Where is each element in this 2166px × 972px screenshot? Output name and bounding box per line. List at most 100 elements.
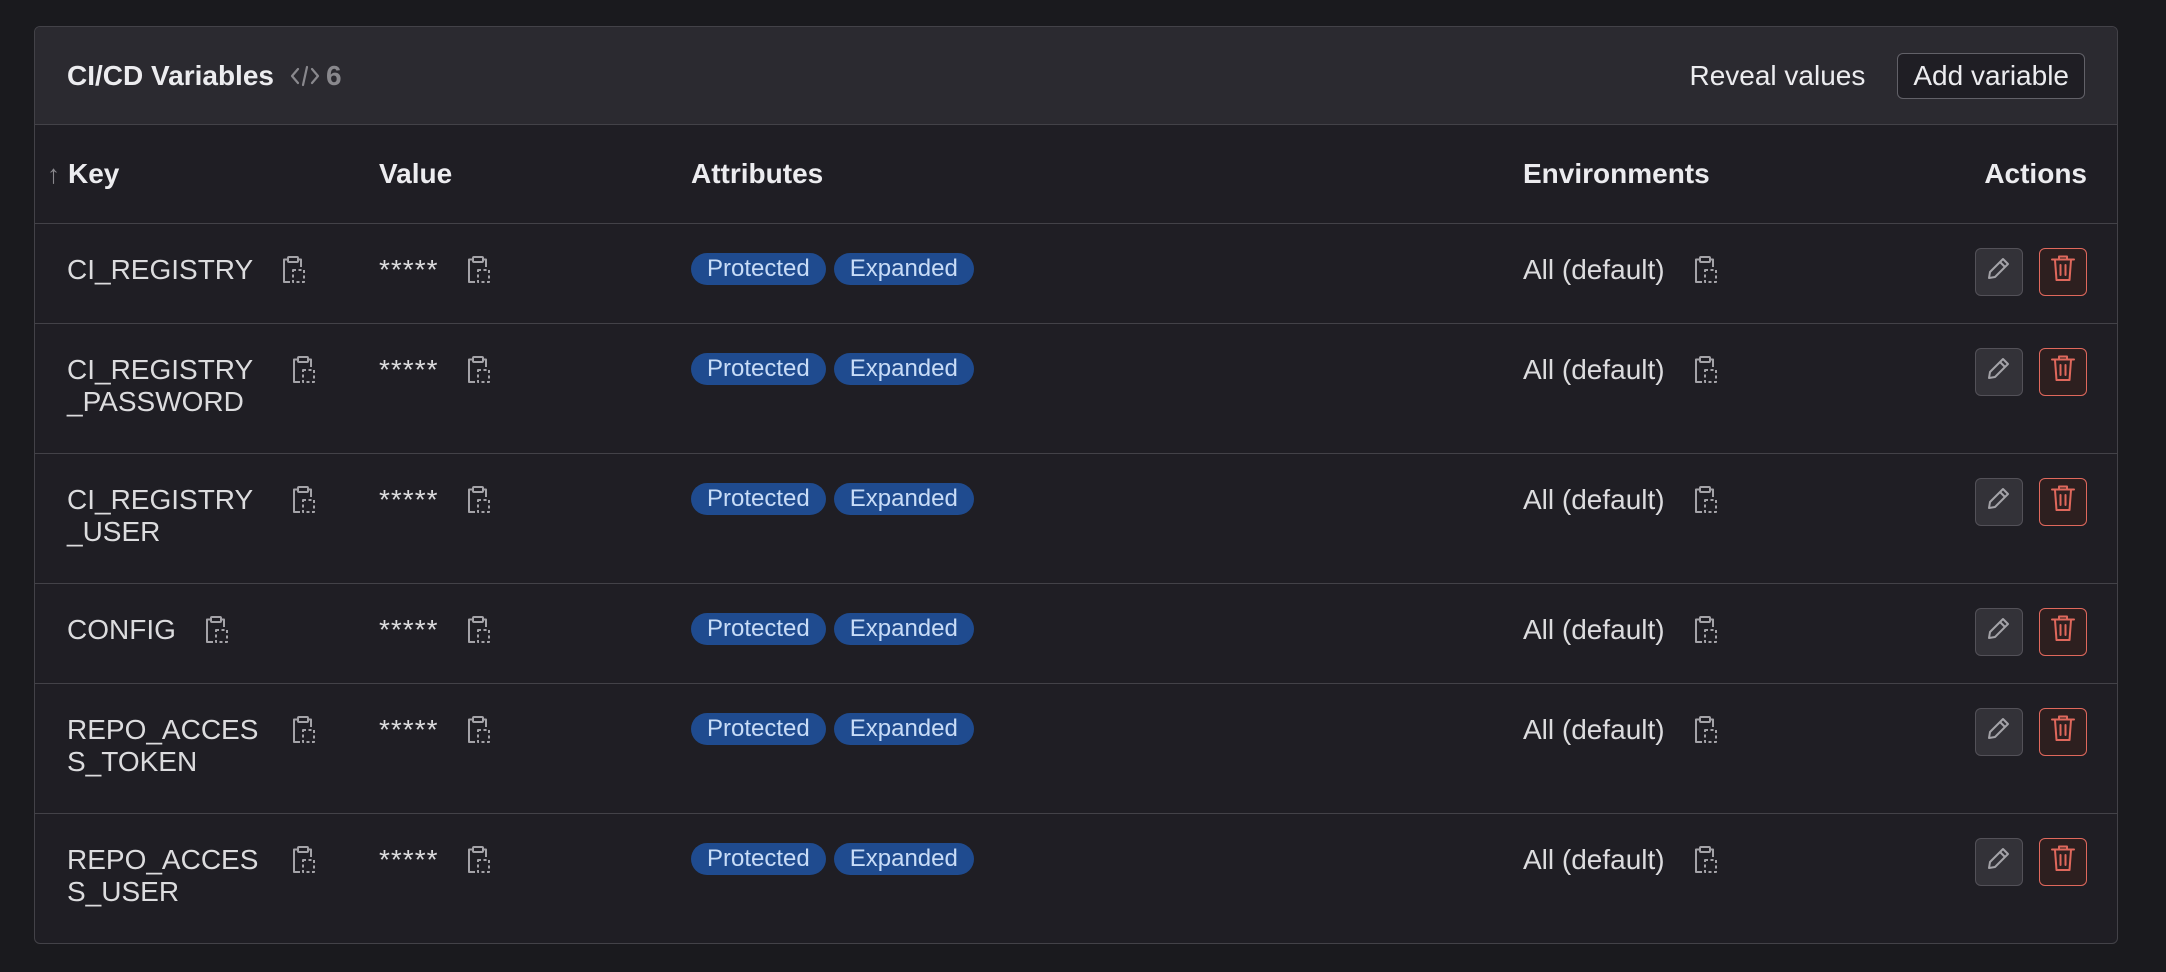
attribute-badge-protected: Protected (691, 352, 826, 385)
pencil-icon (1986, 615, 2012, 648)
clipboard-icon[interactable] (1691, 254, 1719, 286)
cell-value: ***** (347, 683, 659, 814)
clipboard-icon[interactable] (464, 354, 492, 386)
code-icon (290, 64, 320, 88)
table-header-row: ↑ Key Value Attributes Environments Actio… (35, 125, 2117, 224)
ci-cd-variables-card: CI/CD Variables 6 Reveal values Add vari… (34, 26, 2118, 944)
delete-button[interactable] (2039, 707, 2087, 756)
variable-key: CI_REGISTRY_USER (67, 483, 254, 547)
attribute-badge-protected: Protected (691, 712, 826, 745)
edit-button[interactable] (1975, 837, 2023, 886)
cell-actions (1863, 453, 2117, 584)
attribute-badge-protected: Protected (691, 612, 826, 645)
clipboard-icon[interactable] (464, 484, 492, 516)
delete-button[interactable] (2039, 837, 2087, 886)
clipboard-icon[interactable] (289, 354, 317, 386)
variable-value: ***** (379, 843, 439, 875)
clipboard-icon[interactable] (289, 714, 317, 746)
variable-count: 6 (290, 60, 342, 92)
table-row: CI_REGISTRY_USER ***** Protected Expanded… (35, 453, 2117, 584)
trash-icon (2050, 354, 2076, 389)
clipboard-icon[interactable] (1691, 614, 1719, 646)
cell-value: ***** (347, 583, 659, 684)
environment-scope: All (default) (1523, 843, 1665, 875)
clipboard-icon[interactable] (464, 714, 492, 746)
attribute-badge-expanded: Expanded (833, 842, 974, 875)
environment-scope: All (default) (1523, 483, 1665, 515)
attribute-badge-protected: Protected (691, 482, 826, 515)
variable-key: REPO_ACCESS_TOKEN (67, 713, 259, 777)
delete-button[interactable] (2039, 347, 2087, 396)
variable-value: ***** (379, 253, 439, 285)
clipboard-icon[interactable] (1691, 844, 1719, 876)
clipboard-icon[interactable] (1691, 484, 1719, 516)
edit-button[interactable] (1975, 707, 2023, 756)
cell-environment: All (default) (1491, 323, 1863, 454)
trash-icon (2050, 254, 2076, 289)
cell-attributes: Protected Expanded (659, 223, 1491, 324)
edit-button[interactable] (1975, 607, 2023, 656)
variable-key: REPO_ACCESS_USER (67, 843, 259, 907)
variable-key: CI_REGISTRY (67, 253, 254, 285)
row-actions (1863, 477, 2117, 526)
delete-button[interactable] (2039, 477, 2087, 526)
attribute-badge-expanded: Expanded (833, 482, 974, 515)
header-actions: Reveal values Add variable (1689, 52, 2085, 99)
variables-table: ↑ Key Value Attributes Environments Actio… (35, 125, 2117, 943)
pencil-icon (1986, 255, 2012, 288)
edit-button[interactable] (1975, 347, 2023, 396)
attribute-badge-expanded: Expanded (833, 352, 974, 385)
table-row: CONFIG ***** Protected Expanded All (defa… (35, 583, 2117, 684)
cell-attributes: Protected Expanded (659, 453, 1491, 584)
clipboard-icon[interactable] (1691, 354, 1719, 386)
column-header-actions: Actions (1863, 125, 2117, 224)
cell-attributes: Protected Expanded (659, 813, 1491, 943)
edit-button[interactable] (1975, 247, 2023, 296)
variable-value: ***** (379, 613, 439, 645)
cell-actions (1863, 583, 2117, 684)
variable-value: ***** (379, 713, 439, 745)
clipboard-icon[interactable] (1691, 714, 1719, 746)
clipboard-icon[interactable] (464, 844, 492, 876)
reveal-values-button[interactable]: Reveal values (1689, 60, 1865, 92)
clipboard-icon[interactable] (464, 614, 492, 646)
cell-key: REPO_ACCESS_TOKEN (35, 683, 347, 814)
clipboard-icon[interactable] (279, 254, 307, 286)
pencil-icon (1986, 485, 2012, 518)
column-header-environments: Environments (1491, 125, 1863, 224)
trash-icon (2050, 844, 2076, 879)
attribute-badge-protected: Protected (691, 252, 826, 285)
environment-scope: All (default) (1523, 613, 1665, 645)
cell-environment: All (default) (1491, 453, 1863, 584)
attribute-badge-protected: Protected (691, 842, 826, 875)
clipboard-icon[interactable] (464, 254, 492, 286)
clipboard-icon[interactable] (289, 484, 317, 516)
delete-button[interactable] (2039, 247, 2087, 296)
trash-icon (2050, 484, 2076, 519)
trash-icon (2050, 714, 2076, 749)
environment-scope: All (default) (1523, 253, 1665, 285)
attribute-badges: Protected Expanded (691, 712, 1491, 745)
column-header-key[interactable]: ↑ Key (35, 125, 347, 224)
edit-button[interactable] (1975, 477, 2023, 526)
variable-value: ***** (379, 483, 439, 515)
cell-key: CI_REGISTRY_PASSWORD (35, 323, 347, 454)
column-header-value: Value (347, 125, 659, 224)
cell-value: ***** (347, 323, 659, 454)
attribute-badges: Protected Expanded (691, 352, 1491, 385)
cell-actions (1863, 813, 2117, 943)
arrow-up-icon: ↑ (47, 158, 60, 189)
delete-button[interactable] (2039, 607, 2087, 656)
cell-environment: All (default) (1491, 683, 1863, 814)
card-header: CI/CD Variables 6 Reveal values Add vari… (35, 27, 2117, 125)
add-variable-button[interactable]: Add variable (1897, 52, 2085, 99)
variable-value: ***** (379, 353, 439, 385)
title-group: CI/CD Variables 6 (67, 60, 342, 92)
clipboard-icon[interactable] (289, 844, 317, 876)
attribute-badge-expanded: Expanded (833, 712, 974, 745)
row-actions (1863, 707, 2117, 756)
column-header-attributes: Attributes (659, 125, 1491, 224)
clipboard-icon[interactable] (202, 614, 230, 646)
pencil-icon (1986, 845, 2012, 878)
environment-scope: All (default) (1523, 713, 1665, 745)
